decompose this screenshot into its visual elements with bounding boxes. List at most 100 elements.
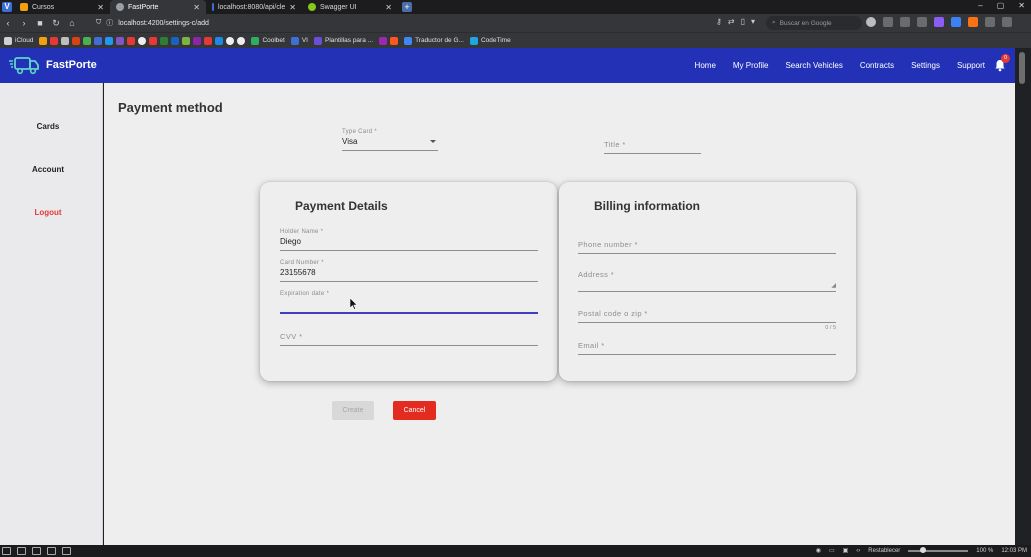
sidebar-item-cards[interactable]: Cards xyxy=(0,122,96,131)
bookmark-favicon-icon[interactable] xyxy=(215,36,224,45)
mail-icon[interactable] xyxy=(47,547,56,555)
cancel-button[interactable]: Cancel xyxy=(393,401,436,420)
grid-icon[interactable] xyxy=(62,547,71,555)
close-icon[interactable]: ✕ xyxy=(97,3,104,12)
bookmark-favicon-icon[interactable] xyxy=(127,36,136,45)
billing-information-heading: Billing information xyxy=(594,199,700,213)
close-icon[interactable]: ✕ xyxy=(385,3,392,12)
profile-avatar[interactable] xyxy=(866,17,876,27)
stop-icon[interactable]: ■ xyxy=(32,18,48,28)
card-number-input[interactable]: Card Number * 23155678 xyxy=(280,260,538,282)
close-icon[interactable]: ✕ xyxy=(193,3,200,12)
zoom-slider[interactable] xyxy=(908,546,969,553)
bookmark-favicon-icon[interactable] xyxy=(39,36,48,45)
screen-icon[interactable]: ▭ xyxy=(829,547,835,554)
bookmark-traductor[interactable]: Traductor de G... xyxy=(404,36,464,45)
back-icon[interactable]: ‹ xyxy=(0,18,16,28)
star-icon[interactable] xyxy=(390,36,399,45)
extension-icon[interactable] xyxy=(968,17,978,27)
extension-icon[interactable] xyxy=(917,17,927,27)
zoom-restore-label[interactable]: Restablecer xyxy=(868,548,900,554)
phone-number-input[interactable]: Phone number * xyxy=(578,240,836,254)
bookmark-favicon-icon[interactable] xyxy=(379,36,388,45)
bookmark-favicon-icon[interactable] xyxy=(105,36,114,45)
postal-code-input[interactable]: Postal code o zip * 0 / 5 xyxy=(578,309,836,331)
bookmark-favicon-icon[interactable] xyxy=(204,36,213,45)
bookmark-favicon-icon[interactable] xyxy=(149,36,158,45)
create-button[interactable]: Create xyxy=(332,401,374,420)
nav-search-vehicles[interactable]: Search Vehicles xyxy=(785,61,842,70)
browser-menu-icon[interactable]: V xyxy=(2,2,12,12)
resize-handle-icon[interactable]: ◢ xyxy=(831,282,836,289)
reload-icon[interactable]: ↻ xyxy=(48,18,64,29)
scrollbar-thumb[interactable] xyxy=(1019,52,1025,84)
bookmark-favicon-icon[interactable] xyxy=(50,36,59,45)
title-input[interactable]: Title * xyxy=(604,140,701,154)
tab-api[interactable]: localhost:8080/api/cle ✕ xyxy=(206,0,302,14)
bookmark-favicon-icon[interactable] xyxy=(226,36,235,45)
extension-icon[interactable] xyxy=(951,17,961,27)
bookmark-favicon-icon[interactable] xyxy=(182,36,191,45)
bookmark-favicon-icon[interactable] xyxy=(171,36,180,45)
nav-contracts[interactable]: Contracts xyxy=(860,61,894,70)
expiration-date-input[interactable]: Expiration date * xyxy=(280,291,538,314)
tab-cursos[interactable]: Cursos ✕ xyxy=(14,0,110,14)
bookmark-favicon-icon[interactable] xyxy=(61,36,70,45)
search-input[interactable]: ⌕ Buscar en Google xyxy=(766,16,862,30)
camera-icon[interactable]: ◉ xyxy=(816,547,821,554)
close-window-icon[interactable]: ✕ xyxy=(1018,1,1025,10)
bookmark-favicon-icon[interactable] xyxy=(116,36,125,45)
puzzle-icon[interactable] xyxy=(1002,17,1012,27)
bookmark-icon[interactable]: ▯ xyxy=(741,17,745,26)
bookmark-favicon-icon[interactable] xyxy=(237,36,246,45)
address-input-area: ◢ xyxy=(578,279,836,289)
code-icon[interactable]: ‹› xyxy=(856,548,860,554)
nav-settings[interactable]: Settings xyxy=(911,61,940,70)
window-icon[interactable] xyxy=(17,547,26,555)
bookmark-favicon-icon[interactable] xyxy=(83,36,92,45)
dropdown-icon[interactable]: ▾ xyxy=(751,17,755,26)
bookmark-favicon-icon[interactable] xyxy=(160,36,169,45)
sidebar-item-account[interactable]: Account xyxy=(0,165,96,174)
maximize-icon[interactable]: ▢ xyxy=(997,1,1005,10)
nav-my-profile[interactable]: My Profile xyxy=(733,61,769,70)
close-icon[interactable]: ✕ xyxy=(289,3,296,12)
cloud-icon[interactable] xyxy=(32,547,41,555)
app-logo[interactable]: FastPorte xyxy=(8,54,97,76)
type-card-select[interactable]: Type Card * Visa xyxy=(342,129,438,151)
github-icon[interactable] xyxy=(138,36,147,45)
key-icon[interactable]: ⚷ xyxy=(716,17,722,26)
address-textarea[interactable]: Address * ◢ xyxy=(578,270,836,292)
image-icon[interactable]: ▣ xyxy=(843,547,849,554)
minimize-icon[interactable]: – xyxy=(978,1,982,10)
new-tab-button[interactable]: + xyxy=(402,2,412,12)
extension-icon[interactable] xyxy=(883,17,893,27)
bookmark-codetime[interactable]: CodeTime xyxy=(469,36,511,45)
app-header: FastPorte Home My Profile Search Vehicle… xyxy=(0,48,1015,83)
email-input[interactable]: Email * xyxy=(578,341,836,355)
sidebar-item-logout[interactable]: Logout xyxy=(0,208,96,217)
url-text: localhost:4200/settings-c/add xyxy=(118,19,209,27)
bookmark-favicon-icon[interactable] xyxy=(72,36,81,45)
holder-name-input[interactable]: Holder Name * Diego xyxy=(280,229,538,251)
extension-icon[interactable] xyxy=(900,17,910,27)
bookmark-coolbet[interactable]: Coolbet xyxy=(251,36,285,45)
page-scrollbar[interactable] xyxy=(1015,48,1031,545)
home-icon[interactable]: ⌂ xyxy=(64,18,80,28)
bookmark-favicon-icon[interactable] xyxy=(94,36,103,45)
extension-icon[interactable] xyxy=(934,17,944,27)
forward-icon[interactable]: › xyxy=(16,18,32,28)
bookmark-favicon-icon[interactable] xyxy=(193,36,202,45)
panel-icon[interactable] xyxy=(2,547,11,555)
extension-icon[interactable] xyxy=(985,17,995,27)
nav-support[interactable]: Support xyxy=(957,61,985,70)
translate-icon[interactable]: ⇄ xyxy=(728,17,735,26)
cvv-input[interactable]: CVV * xyxy=(280,332,538,346)
tab-fastporte[interactable]: FastPorte ✕ xyxy=(110,0,206,14)
tab-swagger[interactable]: Swagger UI ✕ xyxy=(302,0,398,14)
nav-home[interactable]: Home xyxy=(695,61,716,70)
bookmark-vi[interactable]: VI xyxy=(290,36,308,45)
bookmark-icloud[interactable]: iCloud xyxy=(4,36,33,45)
bookmark-plantillas[interactable]: Plantillas para ... xyxy=(314,36,373,45)
address-bar[interactable]: ⛉ ⓘ localhost:4200/settings-c/add xyxy=(96,16,716,30)
